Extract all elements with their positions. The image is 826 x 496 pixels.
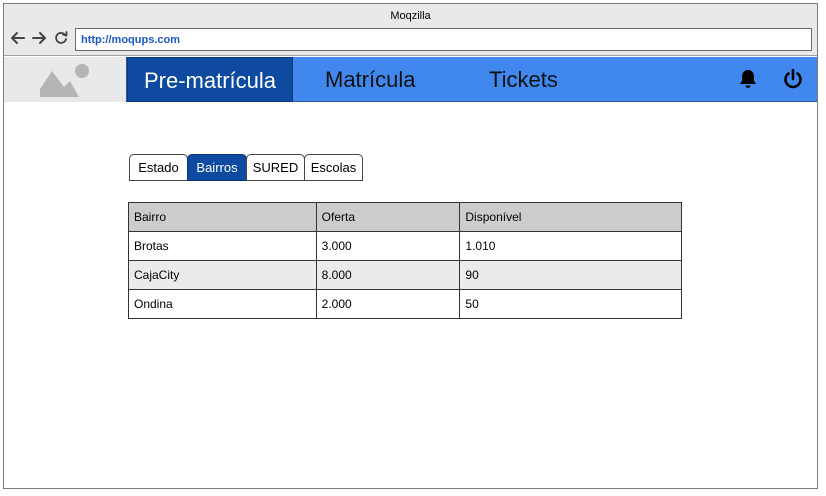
app-navbar: Pre-matrícula Matrícula Tickets (4, 57, 817, 102)
table-row[interactable]: Ondina 2.000 50 (128, 289, 682, 319)
column-header-bairro[interactable]: Bairro (128, 202, 317, 232)
tab-bairros[interactable]: Bairros (187, 154, 247, 181)
cell-disponivel: 90 (459, 260, 682, 290)
cell-disponivel: 50 (459, 289, 682, 319)
column-header-oferta[interactable]: Oferta (315, 202, 461, 232)
table-header-row: Bairro Oferta Disponível (128, 202, 682, 232)
cell-bairro: Ondina (128, 289, 317, 319)
forward-arrow-icon[interactable] (31, 30, 47, 46)
bairros-table: Bairro Oferta Disponível Brotas 3.000 1.… (128, 202, 682, 319)
cell-oferta: 2.000 (315, 289, 461, 319)
tab-escolas[interactable]: Escolas (304, 154, 363, 181)
bell-icon[interactable] (737, 68, 759, 90)
nav-item-matricula[interactable]: Matrícula (325, 57, 415, 102)
cell-oferta: 3.000 (315, 231, 461, 261)
address-bar[interactable]: http://moqups.com (75, 28, 812, 51)
logo-area (4, 57, 127, 102)
browser-window: Moqzilla http://moqups.com Pre-matrícula… (3, 3, 818, 489)
cell-bairro: CajaCity (128, 260, 317, 290)
tab-sured[interactable]: SURED (246, 154, 305, 181)
tab-estado[interactable]: Estado (129, 154, 188, 181)
column-header-disponivel[interactable]: Disponível (459, 202, 682, 232)
image-placeholder-icon (40, 64, 89, 97)
nav-item-pre-matricula[interactable]: Pre-matrícula (127, 57, 293, 102)
nav-item-tickets[interactable]: Tickets (489, 57, 558, 102)
browser-titlebar: Moqzilla http://moqups.com (4, 4, 817, 56)
cell-bairro: Brotas (128, 231, 317, 261)
power-icon[interactable] (782, 68, 804, 90)
table-row[interactable]: CajaCity 8.000 90 (128, 260, 682, 290)
back-arrow-icon[interactable] (10, 30, 26, 46)
window-title: Moqzilla (390, 10, 431, 22)
table-row[interactable]: Brotas 3.000 1.010 (128, 231, 682, 261)
reload-icon[interactable] (53, 30, 69, 46)
url-text: http://moqups.com (81, 34, 180, 46)
cell-disponivel: 1.010 (459, 231, 682, 261)
cell-oferta: 8.000 (315, 260, 461, 290)
